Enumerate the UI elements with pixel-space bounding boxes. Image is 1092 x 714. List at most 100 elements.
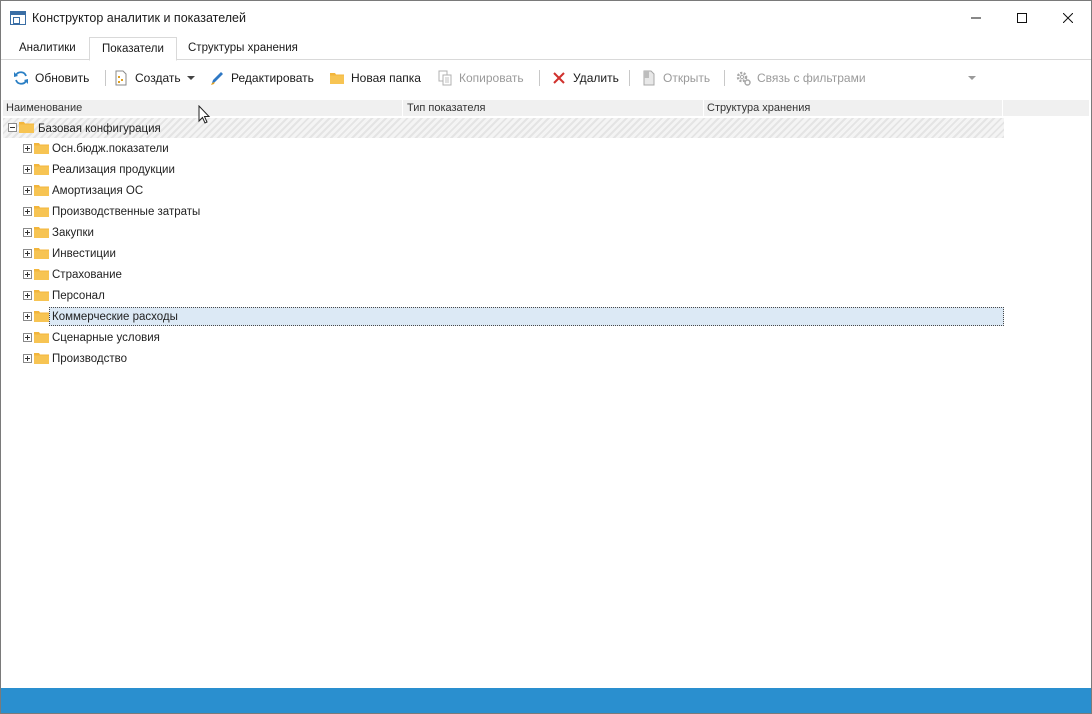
tree-row[interactable]: Персонал xyxy=(3,285,1004,306)
tree-row[interactable]: Производство xyxy=(3,348,1004,369)
tree-item-label: Закупки xyxy=(52,227,94,239)
folder-icon xyxy=(34,290,49,301)
close-button[interactable] xyxy=(1045,1,1091,34)
expand-icon[interactable] xyxy=(23,291,32,300)
tree-row[interactable]: Реализация продукции xyxy=(3,159,1004,180)
tree-row[interactable]: Страхование xyxy=(3,264,1004,285)
tree-item-label: Реализация продукции xyxy=(52,164,175,176)
gear-link-icon xyxy=(735,70,751,86)
minimize-icon xyxy=(971,17,981,18)
close-icon xyxy=(1063,12,1073,23)
toolbar-separator xyxy=(724,70,725,86)
create-dropdown-button[interactable] xyxy=(187,67,195,89)
folder-icon xyxy=(34,143,49,154)
tree-item-label: Страхование xyxy=(52,269,122,281)
tree-row[interactable]: Закупки xyxy=(3,222,1004,243)
toolbar-overflow-button[interactable] xyxy=(968,67,976,89)
expand-icon[interactable] xyxy=(23,354,32,363)
tree-item-label: Осн.бюдж.показатели xyxy=(52,143,169,155)
folder-icon xyxy=(34,185,49,196)
open-button[interactable]: Открыть xyxy=(641,67,710,89)
expand-icon[interactable] xyxy=(23,333,32,342)
window-controls xyxy=(953,1,1091,34)
expand-icon[interactable] xyxy=(23,228,32,237)
app-window-icon xyxy=(10,10,26,25)
filter-link-label: Связь с фильтрами xyxy=(757,71,866,85)
tab-analytics[interactable]: Аналитики xyxy=(7,37,88,60)
tree-row[interactable]: Инвестиции xyxy=(3,243,1004,264)
create-button[interactable]: Создать xyxy=(113,67,181,89)
delete-button[interactable]: Удалить xyxy=(551,67,619,89)
column-header-indicator-type[interactable]: Тип показателя xyxy=(404,100,704,116)
edit-label: Редактировать xyxy=(231,71,314,85)
filter-link-button[interactable]: Связь с фильтрами xyxy=(735,67,866,89)
copy-label: Копировать xyxy=(459,71,524,85)
copy-icon xyxy=(437,70,453,86)
folder-icon xyxy=(34,311,49,322)
folder-icon xyxy=(19,122,34,133)
tab-bar: Аналитики Показатели Структуры хранения xyxy=(1,35,1091,61)
mouse-cursor-icon xyxy=(198,105,211,124)
tree-item-label: Производство xyxy=(52,353,127,365)
tab-indicators[interactable]: Показатели xyxy=(89,37,177,61)
collapse-icon[interactable] xyxy=(8,123,17,132)
expand-icon[interactable] xyxy=(23,207,32,216)
new-folder-button[interactable]: Новая папка xyxy=(329,67,421,89)
toolbar-separator xyxy=(105,70,106,86)
folder-icon xyxy=(34,227,49,238)
open-label: Открыть xyxy=(663,71,711,85)
tab-storage-structures[interactable]: Структуры хранения xyxy=(176,37,310,60)
tree-row[interactable]: Амортизация ОС xyxy=(3,180,1004,201)
status-bar xyxy=(1,688,1091,713)
tree-item-label: Персонал xyxy=(52,290,105,302)
toolbar-separator xyxy=(539,70,540,86)
create-label: Создать xyxy=(135,71,181,85)
title-bar: Конструктор аналитик и показателей xyxy=(1,1,1091,34)
expand-icon[interactable] xyxy=(23,165,32,174)
folder-icon xyxy=(329,70,345,86)
folder-icon xyxy=(34,332,49,343)
delete-label: Удалить xyxy=(573,71,619,85)
tree-row-selected[interactable]: Коммерческие расходы xyxy=(3,306,1004,327)
minimize-button[interactable] xyxy=(953,1,999,34)
maximize-button[interactable] xyxy=(999,1,1045,34)
tree-item-label: Базовая конфигурация xyxy=(38,122,161,135)
edit-button[interactable]: Редактировать xyxy=(209,67,314,89)
window-title: Конструктор аналитик и показателей xyxy=(32,10,246,25)
tree-item-label: Инвестиции xyxy=(52,248,116,260)
grid-header: Наименование Тип показателя Структура хр… xyxy=(3,100,1003,116)
tree-row[interactable]: Осн.бюдж.показатели xyxy=(3,138,1004,159)
refresh-button[interactable]: Обновить xyxy=(13,67,89,89)
tree-row[interactable]: Производственные затраты xyxy=(3,201,1004,222)
toolbar-separator xyxy=(629,70,630,86)
pencil-icon xyxy=(209,70,225,86)
expand-icon[interactable] xyxy=(23,249,32,258)
chevron-down-icon xyxy=(968,75,976,80)
maximize-icon xyxy=(1017,12,1027,23)
chevron-down-icon xyxy=(187,75,195,80)
folder-icon xyxy=(34,269,49,280)
tree-root-row[interactable]: Базовая конфигурация xyxy=(3,118,1004,138)
folder-icon xyxy=(34,206,49,217)
new-document-icon xyxy=(113,70,129,86)
open-document-icon xyxy=(641,70,657,86)
tree-item-label: Амортизация ОС xyxy=(52,185,144,197)
expand-icon[interactable] xyxy=(23,186,32,195)
expand-icon[interactable] xyxy=(23,270,32,279)
column-header-storage-structure[interactable]: Структура хранения xyxy=(704,100,1003,116)
folder-icon xyxy=(34,248,49,259)
folder-icon xyxy=(34,164,49,175)
tree-row[interactable]: Сценарные условия xyxy=(3,327,1004,348)
tree-item-label: Коммерческие расходы xyxy=(49,307,1004,326)
copy-button[interactable]: Копировать xyxy=(437,67,524,89)
folder-icon xyxy=(34,353,49,364)
tree-item-label: Сценарные условия xyxy=(52,332,160,344)
expand-icon[interactable] xyxy=(23,144,32,153)
refresh-icon xyxy=(13,70,29,86)
new-folder-label: Новая папка xyxy=(351,71,421,85)
toolbar: Обновить Создать Редактировать Новая пап… xyxy=(1,63,1091,93)
grid-header-filler xyxy=(1003,100,1089,116)
app-window: Конструктор аналитик и показателей Анали… xyxy=(0,0,1092,714)
expand-icon[interactable] xyxy=(23,312,32,321)
refresh-label: Обновить xyxy=(35,71,90,85)
